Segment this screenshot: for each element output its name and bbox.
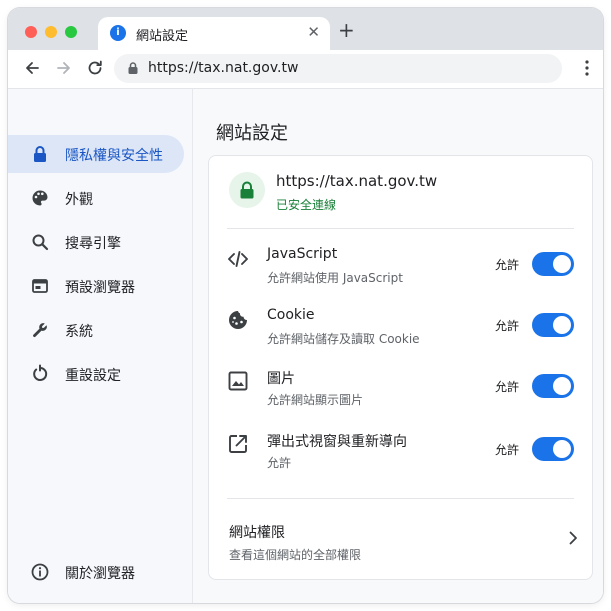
site-settings-card: https://tax.nat.gov.tw 已安全連線 JavaScript … (208, 155, 593, 580)
permission-name: 圖片 (267, 371, 295, 387)
permission-desc: 允許網站儲存及讀取 Cookie (267, 332, 420, 346)
new-tab-button[interactable]: + (338, 18, 355, 42)
settings-main: 網站設定 https://tax.nat.gov.tw 已安全連線 JavaSc… (193, 89, 603, 603)
permission-name: 彈出式視窗與重新導向 (267, 434, 407, 450)
forward-arrow-icon (57, 62, 70, 74)
secure-site-icon (229, 172, 265, 208)
address-bar[interactable]: https://tax.nat.gov.tw (114, 54, 562, 83)
sidebar-item-about[interactable]: 關於瀏覽器 (8, 553, 184, 591)
address-url: https://tax.nat.gov.tw (148, 60, 299, 76)
browser-window: ⅰ 網站設定 ✕ + https://tax.nat.gov.tw 隱私權與安全… (8, 8, 603, 603)
image-icon (228, 371, 248, 391)
forward-button[interactable] (54, 58, 74, 78)
tab-strip: ⅰ 網站設定 ✕ + (8, 8, 603, 50)
close-window-button[interactable] (25, 26, 37, 38)
chevron-right-icon (569, 531, 577, 545)
sidebar-item-reset[interactable]: 重設設定 (8, 355, 184, 393)
tab-close-icon[interactable]: ✕ (307, 23, 320, 41)
toggle-knob (553, 377, 571, 395)
sidebar-item-privacy-security[interactable]: 隱私權與安全性 (8, 135, 184, 173)
info-icon (31, 563, 49, 581)
wrench-icon (33, 323, 47, 338)
permission-state: 允許 (494, 319, 519, 333)
minimize-window-button[interactable] (45, 26, 57, 38)
sidebar-item-label: 隱私權與安全性 (65, 148, 163, 164)
sidebar-item-label: 搜尋引擎 (65, 236, 121, 252)
divider (227, 498, 574, 499)
back-arrow-icon (26, 62, 39, 74)
back-button[interactable] (22, 58, 42, 78)
lock-icon (240, 181, 254, 199)
toggle-knob (553, 440, 571, 458)
popup-icon (229, 435, 247, 453)
permission-javascript: JavaScript 允許網站使用 JavaScript 允許 (209, 246, 574, 304)
browser-icon (32, 279, 48, 293)
permission-state: 允許 (494, 443, 519, 457)
sidebar-item-label: 外觀 (65, 192, 93, 208)
site-permissions-title: 網站權限 (229, 525, 285, 541)
sidebar-item-label: 系統 (65, 324, 93, 340)
sidebar-item-system[interactable]: 系統 (8, 311, 184, 349)
sidebar-item-label: 重設設定 (65, 368, 121, 384)
popups-toggle[interactable] (532, 437, 574, 461)
tab-title: 網站設定 (136, 29, 189, 44)
images-toggle[interactable] (532, 374, 574, 398)
lock-icon (34, 146, 46, 162)
page-title: 網站設定 (216, 123, 288, 144)
sidebar-item-label: 關於瀏覽器 (65, 566, 135, 582)
site-url: https://tax.nat.gov.tw (276, 172, 438, 190)
reload-icon (88, 60, 102, 75)
sidebar-item-default-browser[interactable]: 預設瀏覽器 (8, 267, 184, 305)
reset-icon (33, 364, 48, 381)
more-menu-icon[interactable] (585, 59, 589, 77)
permission-desc: 允許 (267, 456, 292, 470)
reload-button[interactable] (85, 58, 105, 78)
sidebar-item-label: 預設瀏覽器 (65, 280, 135, 296)
permission-desc: 允許網站顯示圖片 (267, 393, 364, 407)
permission-images: 圖片 允許網站顯示圖片 允許 (209, 368, 574, 426)
toggle-knob (553, 255, 571, 273)
permission-desc: 允許網站使用 JavaScript (267, 271, 403, 285)
code-icon (228, 251, 248, 267)
permission-cookie: Cookie 允許網站儲存及讀取 Cookie 允許 (209, 307, 574, 365)
permission-name: Cookie (267, 307, 315, 323)
search-icon (32, 234, 49, 251)
cookie-icon (229, 311, 247, 329)
sidebar-item-search-engine[interactable]: 搜尋引擎 (8, 223, 184, 261)
cookie-toggle[interactable] (532, 313, 574, 337)
palette-icon (32, 190, 48, 206)
divider (227, 228, 574, 229)
permission-state: 允許 (494, 258, 519, 272)
toolbar: https://tax.nat.gov.tw (8, 50, 603, 89)
site-permissions-desc: 查看這個網站的全部權限 (229, 548, 362, 562)
site-permissions-link[interactable]: 網站權限 查看這個網站的全部權限 (209, 508, 592, 568)
javascript-toggle[interactable] (532, 252, 574, 276)
permission-state: 允許 (494, 380, 519, 394)
lock-icon (128, 62, 138, 74)
sidebar-item-appearance[interactable]: 外觀 (8, 179, 184, 217)
toggle-knob (553, 316, 571, 334)
site-favicon-icon: ⅰ (110, 25, 126, 41)
maximize-window-button[interactable] (65, 26, 77, 38)
connection-status: 已安全連線 (276, 198, 337, 212)
permission-name: JavaScript (267, 246, 338, 262)
settings-sidebar: 隱私權與安全性 外觀 搜尋引擎 預設瀏覽器 系統 重設設定 關於瀏覽器 (8, 89, 193, 603)
permission-popups: 彈出式視窗與重新導向 允許 允許 (209, 431, 574, 489)
tab-site-settings[interactable]: ⅰ 網站設定 ✕ (98, 17, 330, 50)
